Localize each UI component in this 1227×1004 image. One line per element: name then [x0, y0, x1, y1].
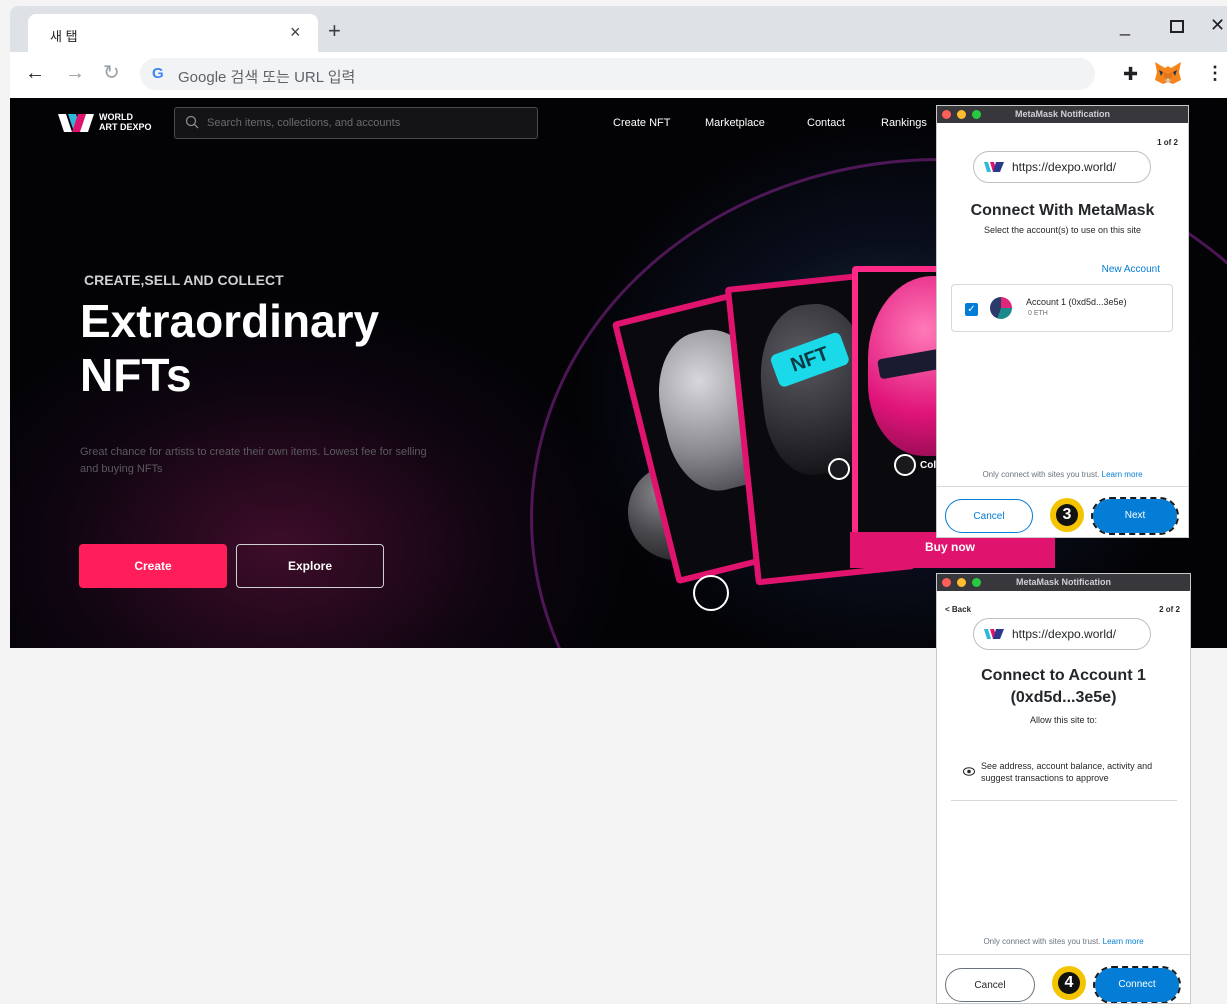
eye-icon	[963, 767, 975, 776]
learn-more-link[interactable]: Learn more	[1103, 937, 1144, 946]
browser-tab-strip: 새 탭 × + _ ✕	[0, 0, 1227, 58]
metamask-popup-permissions: MetaMask Notification < Back 2 of 2 http…	[936, 573, 1191, 1004]
search-icon	[185, 115, 199, 129]
new-account-link[interactable]: New Account	[1102, 264, 1160, 275]
card-collection-label: Col	[920, 460, 937, 471]
step-3-number: 3	[1056, 504, 1078, 526]
minimize-icon[interactable]: _	[1120, 16, 1130, 37]
popup-heading-line1: Connect to Account 1	[981, 667, 1146, 684]
browser-toolbar: ← → ↻ G Google 검색 또는 URL 입력 ✚ ⋮	[10, 52, 1227, 98]
account-checkbox[interactable]: ✓	[965, 303, 978, 316]
account-avatar-icon	[990, 297, 1012, 319]
create-button[interactable]: Create	[79, 544, 227, 588]
site-url: https://dexpo.world/	[1012, 160, 1117, 174]
learn-more-link[interactable]: Learn more	[1102, 470, 1143, 479]
popup-titlebar: MetaMask Notification	[937, 106, 1188, 123]
site-logo[interactable]: WORLD ART DEXPO	[58, 110, 158, 136]
world-art-dexpo-logo-icon	[58, 114, 94, 132]
account-row[interactable]: ✓ Account 1 (0xd5d...3e5e) 0 ETH	[951, 284, 1173, 332]
google-icon: G	[152, 65, 164, 82]
account-balance: 0 ETH	[1028, 310, 1048, 317]
step-4-badge: 4	[1052, 966, 1086, 1000]
back-link[interactable]: < Back	[945, 605, 971, 614]
nav-rankings[interactable]: Rankings	[881, 117, 927, 129]
back-icon[interactable]: ←	[25, 62, 45, 84]
reload-icon[interactable]: ↻	[103, 62, 120, 84]
metamask-fox-icon[interactable]	[1153, 60, 1183, 86]
menu-kebab-icon[interactable]: ⋮	[1206, 63, 1224, 84]
window-close-icon[interactable]: ✕	[1210, 15, 1225, 36]
popup-subheading: Select the account(s) to use on this sit…	[983, 225, 1142, 235]
site-favicon-icon	[984, 162, 1004, 172]
cancel-button[interactable]: Cancel	[945, 499, 1033, 533]
popup-subheading: Allow this site to:	[1029, 715, 1098, 725]
explore-button[interactable]: Explore	[236, 544, 384, 588]
nav-marketplace[interactable]: Marketplace	[705, 117, 765, 129]
site-search-input[interactable]: Search items, collections, and accounts	[174, 107, 538, 139]
permission-divider	[951, 800, 1177, 801]
site-origin-pill: https://dexpo.world/	[973, 151, 1151, 183]
site-origin-pill: https://dexpo.world/	[973, 618, 1151, 650]
connect-button[interactable]: Connect	[1093, 966, 1181, 1003]
browser-tab[interactable]: 새 탭 ×	[28, 14, 318, 52]
trust-notice: Only connect with sites you trust. Learn…	[983, 937, 1144, 946]
next-button[interactable]: Next	[1091, 497, 1179, 535]
logo-text: WORLD ART DEXPO	[99, 112, 152, 132]
site-url: https://dexpo.world/	[1012, 627, 1117, 641]
tab-close-icon[interactable]: ×	[290, 23, 301, 41]
popup-heading-line2: (0xd5d...3e5e)	[1010, 689, 1117, 706]
address-bar-placeholder: Google 검색 또는 URL 입력	[178, 69, 356, 86]
maximize-icon[interactable]	[1170, 20, 1184, 33]
extensions-puzzle-icon[interactable]: ✚	[1123, 64, 1138, 85]
forward-icon[interactable]: →	[65, 62, 85, 84]
popup-title: MetaMask Notification	[1015, 577, 1111, 587]
hero-subtitle: Great chance for artists to create their…	[80, 446, 427, 475]
hero-kicker: CREATE,SELL AND COLLECT	[84, 272, 284, 288]
artist-avatar-icon	[894, 454, 916, 476]
account-name: Account 1 (0xd5d...3e5e)	[1026, 297, 1127, 307]
permission-text: See address, account balance, activity a…	[981, 761, 1153, 783]
nav-contact[interactable]: Contact	[807, 117, 845, 129]
tab-strip-background: 새 탭 × +	[10, 6, 1227, 52]
new-tab-icon[interactable]: +	[328, 20, 341, 42]
step-3-badge: 3	[1050, 498, 1084, 532]
hero-title: Extraordinary NFTs	[80, 295, 380, 401]
footer-divider	[937, 954, 1190, 955]
step-4-number: 4	[1058, 972, 1080, 994]
site-favicon-icon	[984, 629, 1004, 639]
nav-create-nft[interactable]: Create NFT	[613, 117, 670, 129]
search-placeholder: Search items, collections, and accounts	[207, 117, 401, 129]
scroll-ring-indicator[interactable]	[693, 575, 729, 611]
metamask-popup-connect: MetaMask Notification 1 of 2 https://dex…	[936, 105, 1189, 538]
footer-divider	[937, 486, 1188, 487]
tab-title: 새 탭	[50, 29, 78, 44]
popup-heading: Connect With MetaMask	[970, 202, 1155, 219]
step-counter: 2 of 2	[1159, 605, 1180, 614]
address-bar[interactable]: G Google 검색 또는 URL 입력	[140, 58, 1095, 90]
trust-notice: Only connect with sites you trust. Learn…	[982, 470, 1143, 479]
cancel-button[interactable]: Cancel	[945, 968, 1035, 1002]
popup-titlebar: MetaMask Notification	[937, 574, 1190, 591]
artist-avatar-icon	[828, 458, 850, 480]
step-counter: 1 of 2	[1157, 138, 1178, 147]
popup-title: MetaMask Notification	[1014, 109, 1110, 119]
